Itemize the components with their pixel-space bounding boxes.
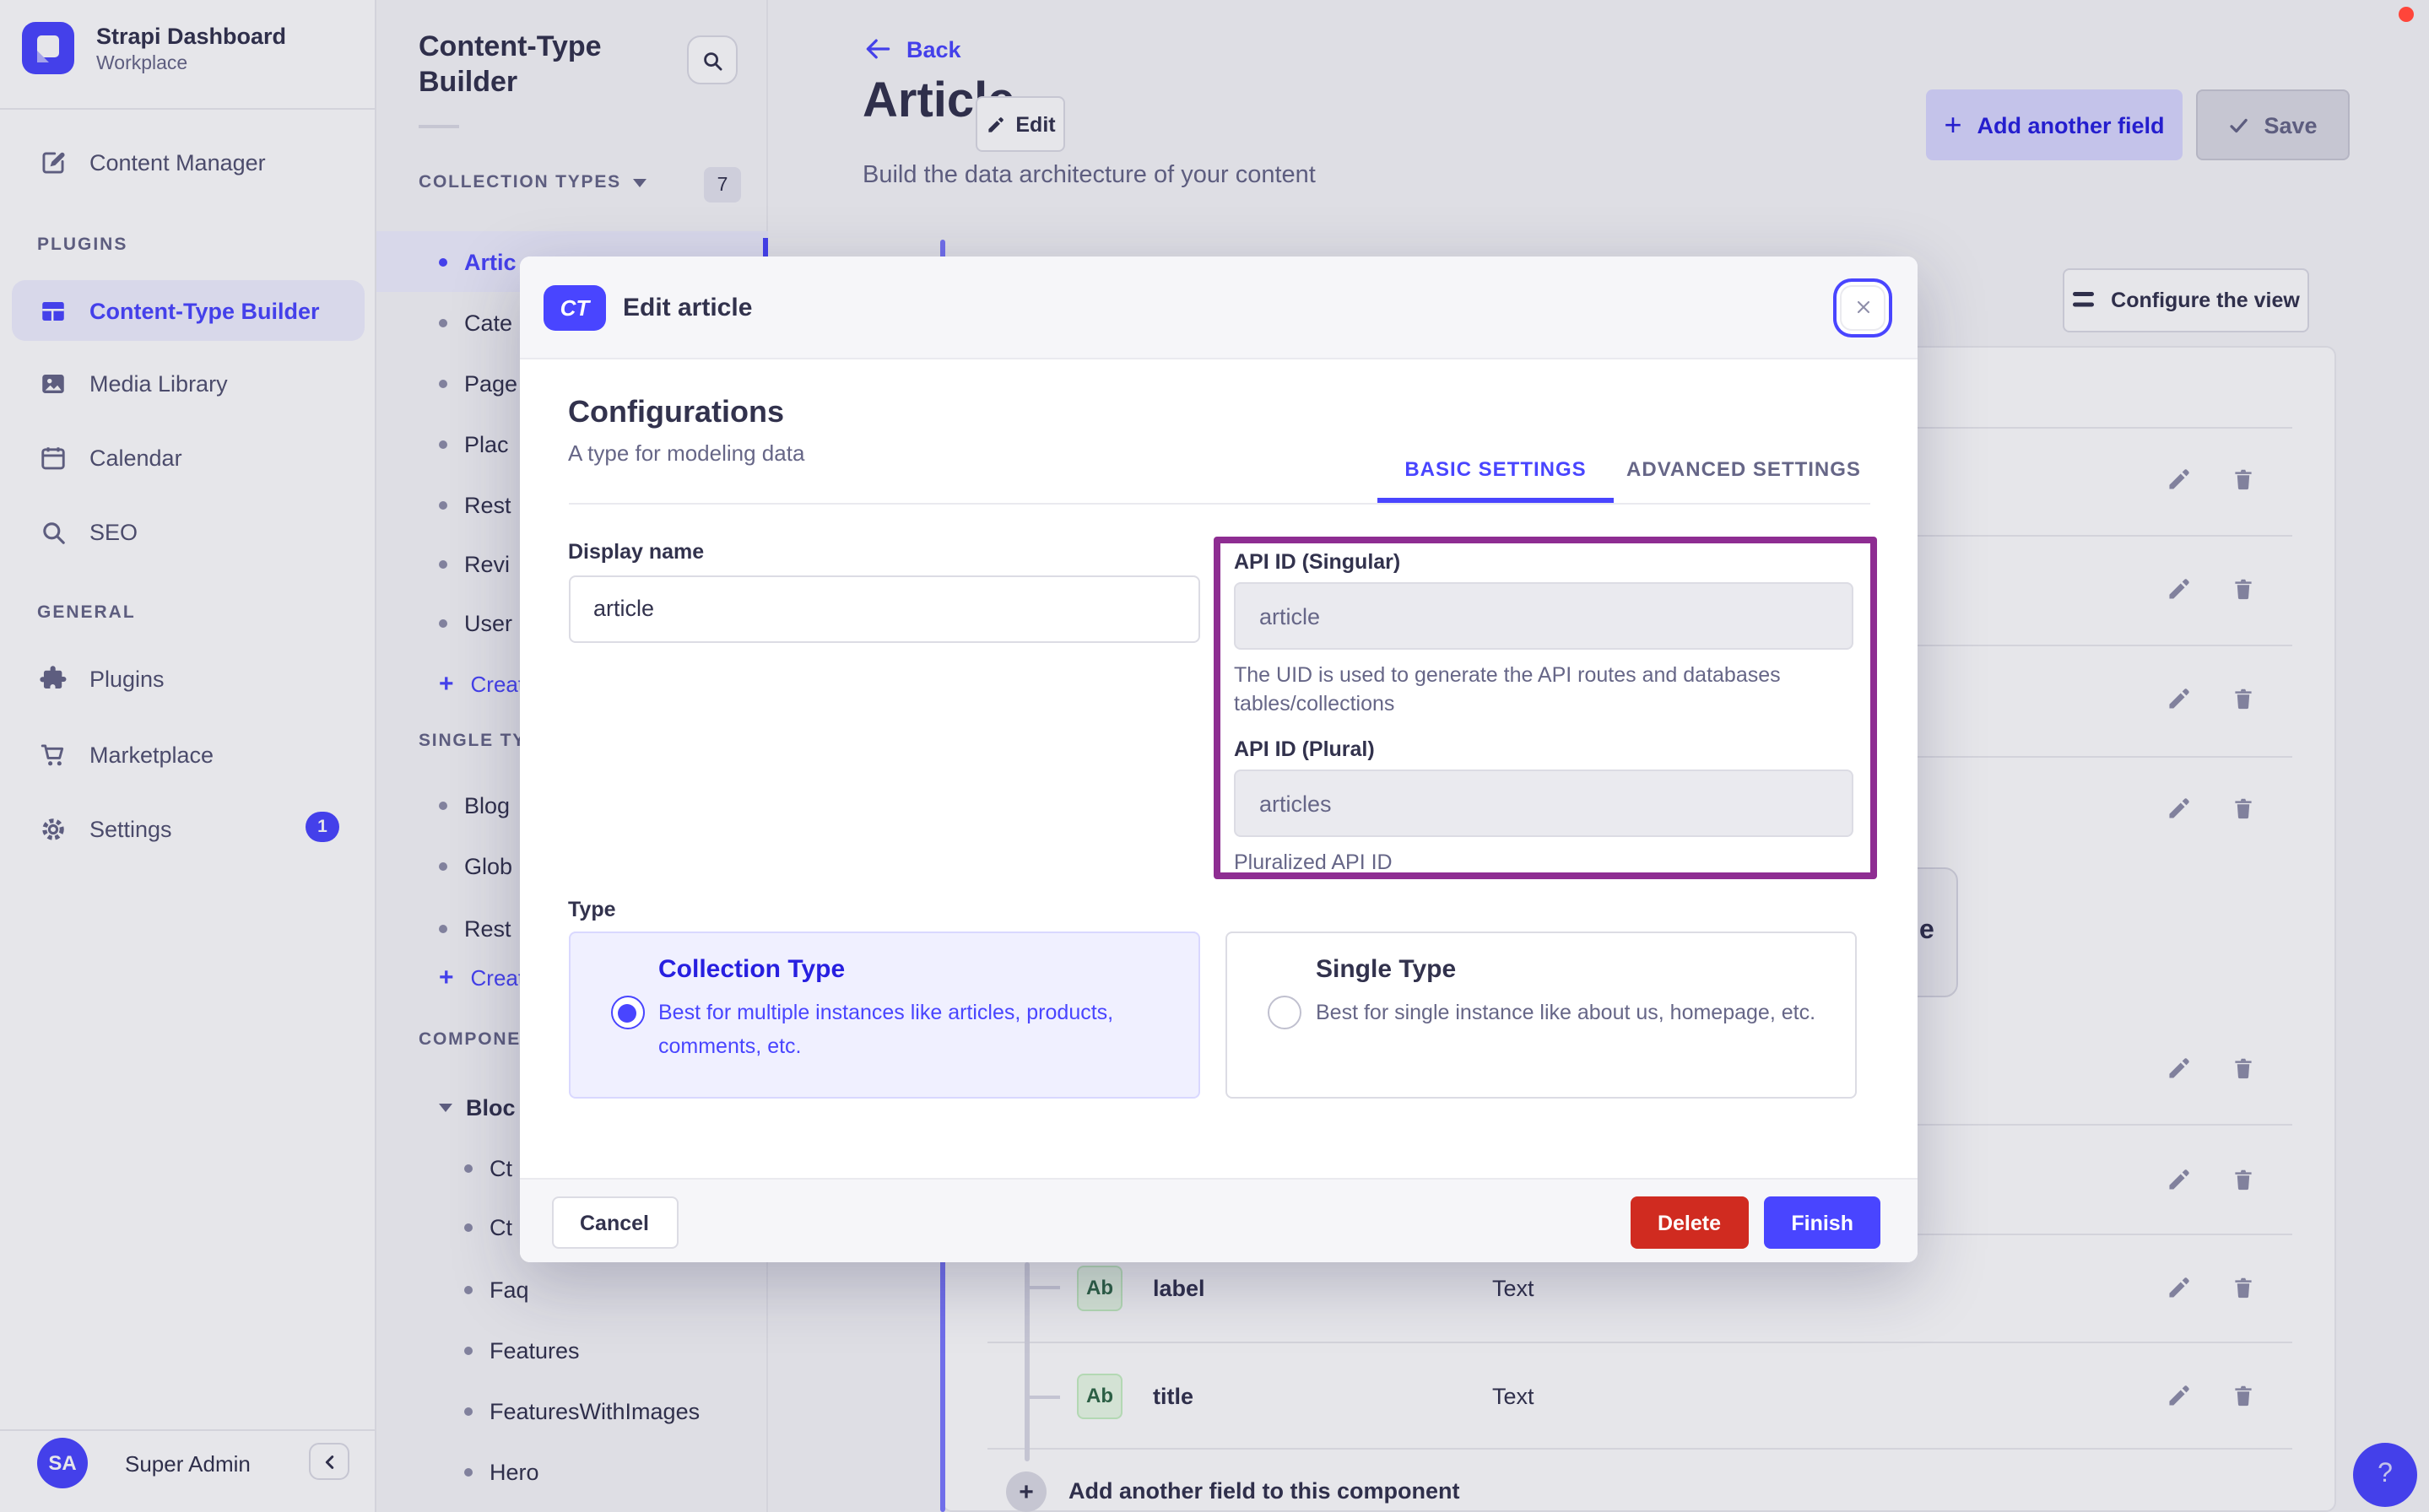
api-id-plural-input[interactable]	[1234, 770, 1853, 837]
api-id-plural-help: Pluralized API ID	[1234, 850, 1393, 873]
single-type-option[interactable]: Single Type Best for single instance lik…	[1225, 932, 1857, 1099]
radio-unselected-icon[interactable]	[1268, 996, 1301, 1029]
tab-advanced-settings[interactable]: ADVANCED SETTINGS	[1626, 456, 1862, 480]
edit-article-modal: CT Edit article Configurations A type fo…	[520, 256, 1917, 1262]
modal-heading: Configurations	[568, 394, 784, 428]
modal-header: CT Edit article	[520, 256, 1917, 359]
api-id-singular-help: The UID is used to generate the API rout…	[1234, 662, 1781, 715]
delete-button[interactable]: Delete	[1630, 1196, 1748, 1249]
api-id-singular-label: API ID (Singular)	[1234, 549, 1401, 573]
type-label: Type	[568, 897, 616, 921]
modal-subheading: A type for modeling data	[568, 440, 805, 465]
api-id-plural-label: API ID (Plural)	[1234, 737, 1375, 761]
option-title: Collection Type	[658, 955, 846, 984]
tab-basic-settings[interactable]: BASIC SETTINGS	[1377, 456, 1614, 480]
modal-title: Edit article	[623, 293, 753, 321]
tabs-divider	[568, 502, 1869, 504]
close-modal-button[interactable]	[1840, 284, 1885, 330]
finish-button[interactable]: Finish	[1764, 1196, 1880, 1249]
radio-selected-icon[interactable]	[610, 996, 644, 1029]
active-tab-underline	[1377, 498, 1614, 502]
modal-footer: Cancel Delete Finish	[520, 1178, 1917, 1262]
close-icon	[1856, 300, 1869, 314]
option-description: Best for single instance like about us, …	[1316, 1001, 1816, 1024]
collection-type-option[interactable]: Collection Type Best for multiple instan…	[568, 932, 1199, 1099]
cancel-button[interactable]: Cancel	[551, 1196, 678, 1249]
recording-indicator-dot	[2399, 7, 2414, 22]
display-name-input[interactable]	[568, 575, 1199, 642]
option-title: Single Type	[1316, 955, 1457, 984]
display-name-label: Display name	[568, 539, 705, 563]
strapi-dashboard: Strapi Dashboard Workplace Content Manag…	[0, 0, 2429, 1512]
option-description: Best for multiple instances like article…	[658, 1001, 1114, 1057]
content-type-badge: CT	[544, 284, 606, 330]
api-id-singular-input[interactable]	[1234, 582, 1853, 650]
